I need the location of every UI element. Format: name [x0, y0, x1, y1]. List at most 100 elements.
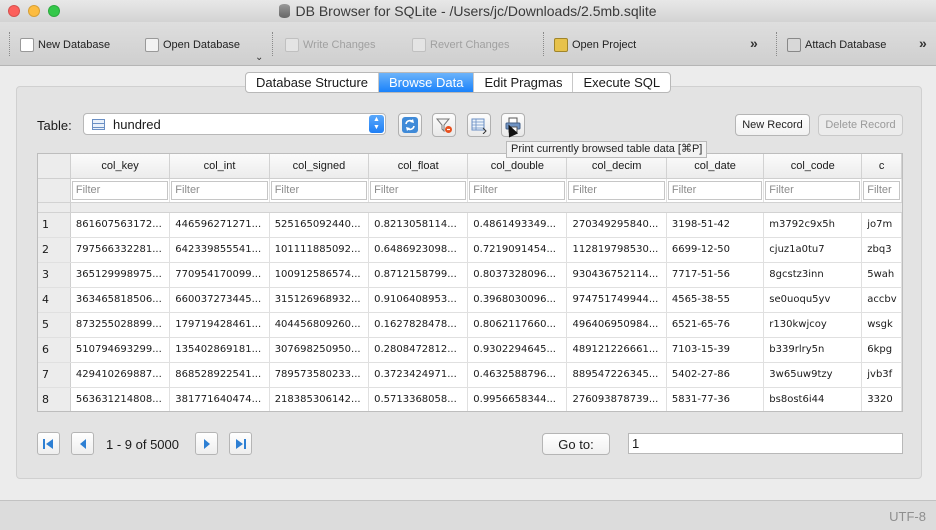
table-cell[interactable]: 789573580233... — [269, 362, 370, 388]
table-cell[interactable]: 8gcstz3inn — [763, 262, 863, 288]
table-row[interactable]: 6 510794693299... 135402869181... 307698250… — [38, 337, 902, 363]
table-cell[interactable]: 0.3723424971... — [368, 362, 469, 388]
table-cell[interactable]: zbq3 — [861, 237, 902, 263]
row-number[interactable]: 4 — [38, 287, 71, 313]
table-cell[interactable]: 446596271271... — [169, 212, 270, 238]
table-row[interactable]: 8 563631214808... 381771640474... 218385306… — [38, 387, 902, 411]
table-row[interactable]: 5 873255028899... 179719428461... 404456809… — [38, 312, 902, 338]
filter-input[interactable]: Filter — [568, 180, 665, 200]
minimize-window-button[interactable] — [28, 5, 40, 17]
table-row[interactable]: 1 861607563172... 446596271271... 525165092… — [38, 212, 902, 238]
filter-input[interactable]: Filter — [71, 180, 169, 200]
delete-record-button[interactable]: Delete Record — [818, 114, 903, 136]
table-select[interactable]: hundred ▲ ▼ — [83, 113, 386, 135]
table-row[interactable]: 2 797566332281... 642339855541... 101111885… — [38, 237, 902, 263]
table-cell[interactable]: 218385306142... — [269, 387, 370, 411]
table-cell[interactable]: 0.8062117660... — [467, 312, 568, 338]
table-cell[interactable]: m3792c9x5h — [763, 212, 863, 238]
save-table-button[interactable] — [467, 113, 491, 137]
row-number[interactable]: 8 — [38, 387, 71, 411]
column-header[interactable]: col_key — [70, 154, 171, 179]
zoom-window-button[interactable] — [48, 5, 60, 17]
table-cell[interactable]: 0.8213058114... — [368, 212, 469, 238]
table-cell[interactable]: 660037273445... — [169, 287, 270, 313]
row-number[interactable]: 5 — [38, 312, 71, 338]
filter-input[interactable]: Filter — [370, 180, 467, 200]
tab-browse-data[interactable]: Browse Data — [379, 73, 475, 92]
filter-input[interactable]: Filter — [171, 180, 268, 200]
table-cell[interactable]: 270349295840... — [566, 212, 667, 238]
table-cell[interactable]: 6699-12-50 — [666, 237, 765, 263]
attach-database-button[interactable]: Attach Database — [787, 36, 886, 54]
table-cell[interactable]: cjuz1a0tu7 — [763, 237, 863, 263]
table-cell[interactable]: 135402869181... — [169, 337, 270, 363]
table-cell[interactable]: 179719428461... — [169, 312, 270, 338]
new-database-button[interactable]: New Database — [20, 36, 110, 54]
filter-input[interactable]: Filter — [667, 180, 763, 200]
write-changes-button[interactable]: Write Changes — [285, 36, 376, 54]
table-cell[interactable]: 0.4632588796... — [467, 362, 568, 388]
first-page-button[interactable] — [37, 432, 60, 455]
table-cell[interactable]: 429410269887... — [70, 362, 171, 388]
table-cell[interactable]: 7717-51-56 — [666, 262, 765, 288]
table-cell[interactable]: 5831-77-36 — [666, 387, 765, 411]
table-cell[interactable]: 0.8037328096... — [467, 262, 568, 288]
table-cell[interactable]: 0.6486923098... — [368, 237, 469, 263]
table-cell[interactable]: 5wah — [861, 262, 902, 288]
table-cell[interactable]: 7103-15-39 — [666, 337, 765, 363]
table-cell[interactable]: 0.8712158799... — [368, 262, 469, 288]
last-page-button[interactable] — [229, 432, 252, 455]
table-cell[interactable]: 0.2808472812... — [368, 337, 469, 363]
filter-input[interactable]: Filter — [270, 180, 368, 200]
column-header[interactable]: c — [861, 154, 902, 179]
table-cell[interactable]: 0.9106408953... — [368, 287, 469, 313]
table-cell[interactable]: 861607563172... — [70, 212, 171, 238]
table-cell[interactable]: 365129998975... — [70, 262, 171, 288]
table-cell[interactable]: 4565-38-55 — [666, 287, 765, 313]
column-header[interactable]: col_float — [368, 154, 469, 179]
table-cell[interactable]: bs8ost6i44 — [763, 387, 863, 411]
table-cell[interactable]: 363465818506... — [70, 287, 171, 313]
toolbar-overflow-button[interactable]: » — [750, 35, 758, 51]
table-cell[interactable]: 3198-51-42 — [666, 212, 765, 238]
table-cell[interactable]: 404456809260... — [269, 312, 370, 338]
table-cell[interactable]: se0uoqu5yv — [763, 287, 863, 313]
table-cell[interactable]: b339rlry5n — [763, 337, 863, 363]
previous-page-button[interactable] — [71, 432, 94, 455]
table-cell[interactable]: 3320 — [861, 387, 902, 411]
table-cell[interactable]: 525165092440... — [269, 212, 370, 238]
table-cell[interactable]: 868528922541... — [169, 362, 270, 388]
table-cell[interactable]: 0.9956658344... — [467, 387, 568, 411]
open-database-dropdown-icon[interactable]: ⌄ — [255, 52, 263, 63]
table-cell[interactable]: 6521-65-76 — [666, 312, 765, 338]
row-number[interactable]: 6 — [38, 337, 71, 363]
go-to-input[interactable]: 1 — [628, 433, 903, 454]
table-row[interactable]: 4 363465818506... 660037273445... 315126968… — [38, 287, 902, 313]
data-grid[interactable]: col_key col_int col_signed col_float col… — [37, 153, 903, 412]
table-cell[interactable]: jo7m — [861, 212, 902, 238]
table-cell[interactable]: 0.9302294645... — [467, 337, 568, 363]
open-database-button[interactable]: Open Database — [145, 36, 240, 54]
table-cell[interactable]: 797566332281... — [70, 237, 171, 263]
table-cell[interactable]: 770954170099... — [169, 262, 270, 288]
filter-input[interactable]: Filter — [765, 180, 861, 200]
refresh-button[interactable] — [398, 113, 422, 137]
tab-execute-sql[interactable]: Execute SQL — [573, 73, 670, 92]
table-cell[interactable]: 0.4861493349... — [467, 212, 568, 238]
row-number[interactable]: 3 — [38, 262, 71, 288]
table-row[interactable]: 7 429410269887... 868528922541... 789573580… — [38, 362, 902, 388]
table-cell[interactable]: 0.1627828478... — [368, 312, 469, 338]
close-window-button[interactable] — [8, 5, 20, 17]
table-cell[interactable]: 496406950984... — [566, 312, 667, 338]
table-cell[interactable]: 889547226345... — [566, 362, 667, 388]
toolbar-overflow-button-2[interactable]: » — [919, 35, 927, 51]
table-cell[interactable]: accbv — [861, 287, 902, 313]
tab-edit-pragmas[interactable]: Edit Pragmas — [474, 73, 574, 92]
row-number[interactable]: 7 — [38, 362, 71, 388]
table-cell[interactable]: 489121226661... — [566, 337, 667, 363]
table-cell[interactable]: 510794693299... — [70, 337, 171, 363]
table-cell[interactable]: 307698250950... — [269, 337, 370, 363]
table-row[interactable]: 3 365129998975... 770954170099... 100912586… — [38, 262, 902, 288]
table-cell[interactable]: wsgk — [861, 312, 902, 338]
row-number[interactable]: 2 — [38, 237, 71, 263]
